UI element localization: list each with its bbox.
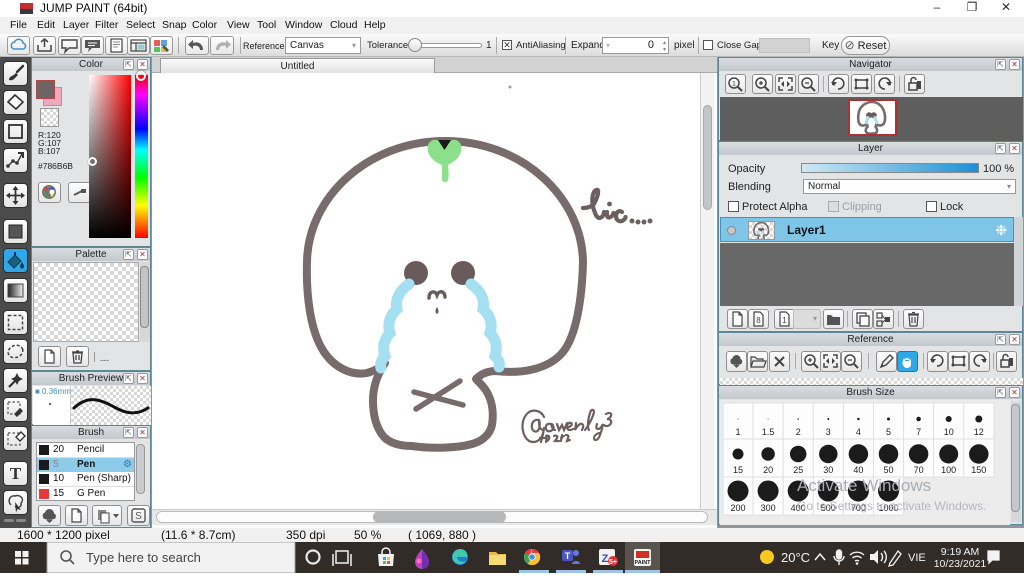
svg-text:VIE: VIE <box>908 552 926 564</box>
svg-text:PAINT: PAINT <box>634 560 651 566</box>
svg-text:S: S <box>135 511 142 522</box>
svg-text:4: 4 <box>856 427 861 437</box>
svg-text:40: 40 <box>853 465 863 475</box>
svg-text:1: 1 <box>782 316 787 325</box>
svg-text:T: T <box>565 551 571 561</box>
svg-text:25: 25 <box>793 465 803 475</box>
svg-text:12: 12 <box>974 427 984 437</box>
svg-text:30: 30 <box>823 465 833 475</box>
svg-text:50: 50 <box>883 465 893 475</box>
svg-text:300: 300 <box>761 503 776 513</box>
svg-text:T: T <box>10 464 22 483</box>
svg-text:1: 1 <box>735 427 740 437</box>
svg-text:7: 7 <box>916 427 921 437</box>
svg-text:5+: 5+ <box>609 559 617 566</box>
svg-text:2: 2 <box>796 427 801 437</box>
svg-text:1: 1 <box>732 81 736 88</box>
svg-text:100: 100 <box>941 465 956 475</box>
svg-text:Z: Z <box>602 553 609 565</box>
svg-text:70: 70 <box>914 465 924 475</box>
svg-text:20: 20 <box>763 465 773 475</box>
svg-text:20°C: 20°C <box>781 550 810 565</box>
svg-text:200: 200 <box>730 503 745 513</box>
svg-text:5: 5 <box>886 427 891 437</box>
svg-text:8: 8 <box>756 316 761 325</box>
svg-text:10: 10 <box>944 427 954 437</box>
svg-text:Type here to search: Type here to search <box>86 550 201 565</box>
svg-text:3: 3 <box>826 427 831 437</box>
svg-text:15: 15 <box>733 465 743 475</box>
svg-text:10/23/2021: 10/23/2021 <box>934 558 987 570</box>
svg-text:1.5: 1.5 <box>762 427 775 437</box>
svg-text:9:19 AM: 9:19 AM <box>941 546 980 558</box>
svg-text:150: 150 <box>971 465 986 475</box>
